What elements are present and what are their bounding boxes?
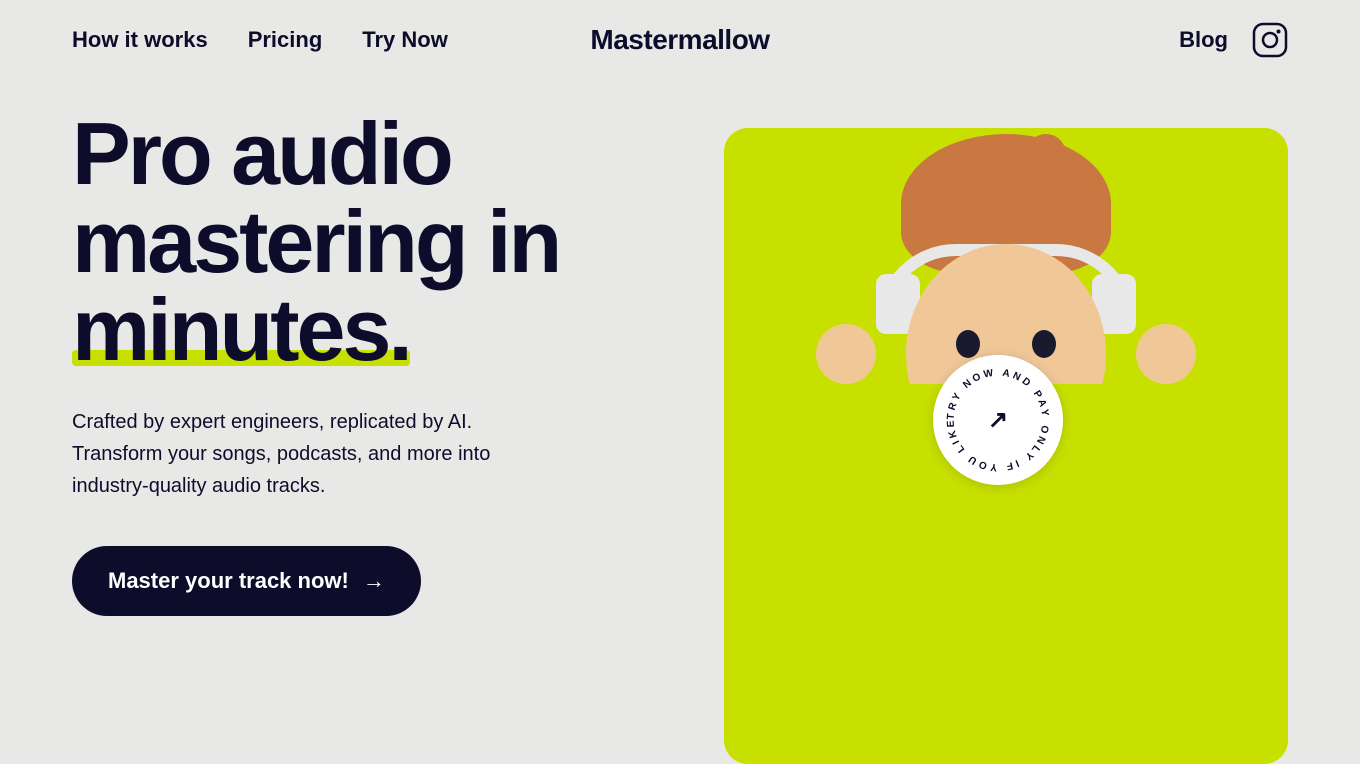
navbar: How it works Pricing Try Now Mastermallo… <box>0 0 1360 80</box>
hero-title-line2: mastering in <box>72 192 559 291</box>
cta-label: Master your track now! <box>108 568 349 594</box>
nav-try-now[interactable]: Try Now <box>362 27 448 53</box>
hero-left: Pro audio mastering in minutes. Crafted … <box>72 110 672 616</box>
nav-how-it-works[interactable]: How it works <box>72 27 208 53</box>
hand-left <box>816 324 876 384</box>
hand-right <box>1136 324 1196 384</box>
hero-subtitle: Crafted by expert engineers, replicated … <box>72 406 512 502</box>
brand-logo[interactable]: Mastermallow <box>590 24 769 55</box>
eye-left <box>956 330 980 358</box>
cta-button[interactable]: Master your track now! → <box>72 546 421 616</box>
eye-right <box>1032 330 1056 358</box>
hero-title-line1: Pro audio <box>72 104 451 203</box>
nav-center: Mastermallow <box>590 24 769 56</box>
badge-arrow-icon: ↗ <box>988 406 1008 435</box>
hero-title-line3: minutes. <box>72 286 410 374</box>
circular-badge[interactable]: TRY NOW AND PAY ONLY IF YOU LIKE IT · ↗ <box>933 355 1063 485</box>
arrow-icon: → <box>363 568 385 594</box>
badge-inner: TRY NOW AND PAY ONLY IF YOU LIKE IT · ↗ <box>938 360 1058 480</box>
nav-pricing[interactable]: Pricing <box>248 27 323 53</box>
nav-left: How it works Pricing Try Now <box>72 27 448 53</box>
hero-title: Pro audio mastering in minutes. <box>72 110 672 374</box>
instagram-icon[interactable] <box>1252 22 1288 58</box>
nav-right: Blog <box>1179 22 1288 58</box>
nav-blog[interactable]: Blog <box>1179 27 1228 53</box>
